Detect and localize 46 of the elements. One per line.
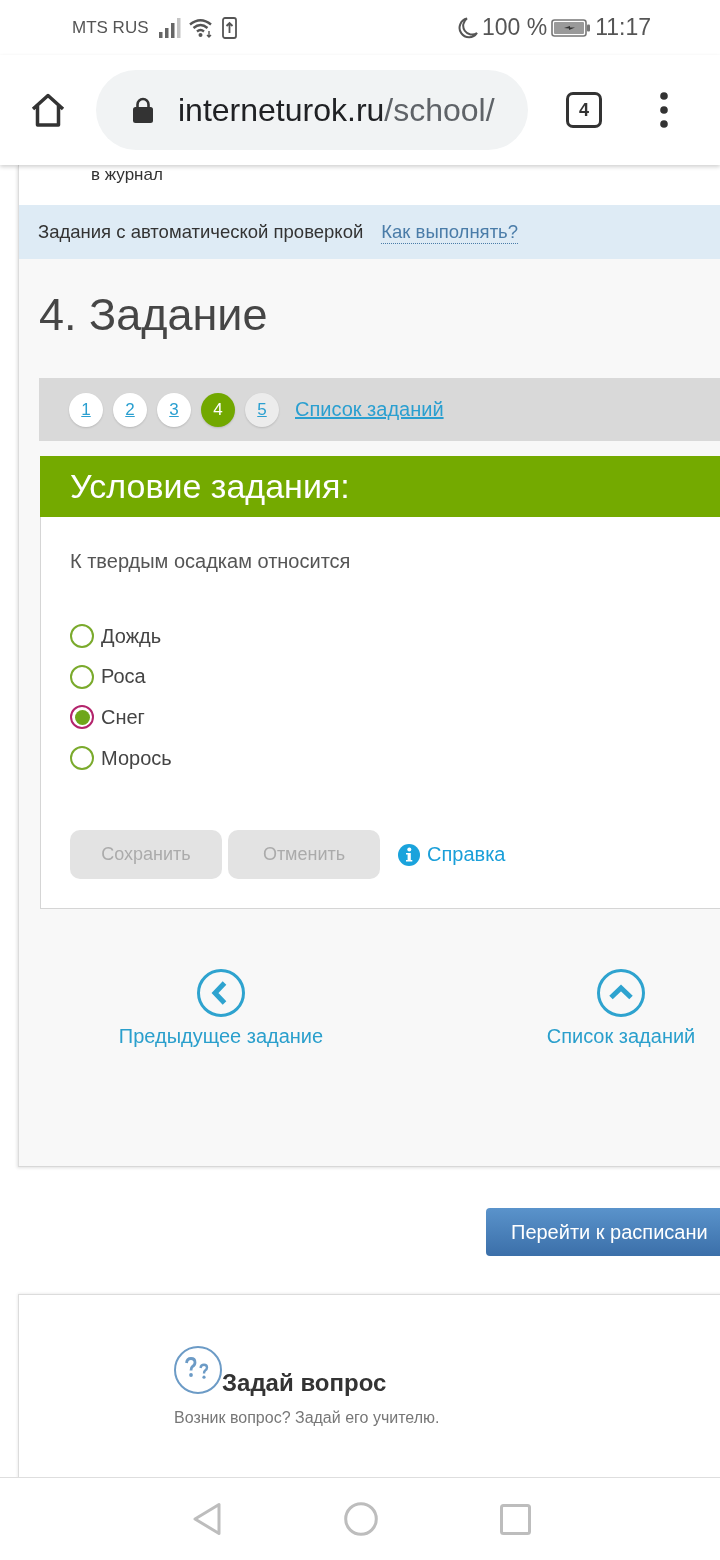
- clock-time: 11:17: [595, 16, 651, 39]
- recents-icon[interactable]: [500, 1503, 531, 1535]
- question-text: К твердым осадкам относится: [70, 549, 352, 573]
- page-number-button[interactable]: 2: [113, 392, 147, 427]
- radio-button[interactable]: [70, 705, 94, 730]
- ask-text: Возник вопрос? Задай его учителю.: [174, 1409, 441, 1428]
- option-label[interactable]: Дождь: [101, 624, 162, 648]
- question-circle-icon: [174, 1346, 222, 1395]
- battery-percent: 100 %: [481, 16, 548, 39]
- chevron-left-circle-icon: [197, 969, 245, 1018]
- info-text: Задания с автоматической проверкой: [38, 221, 364, 243]
- schedule-button[interactable]: Перейти к расписани: [486, 1208, 720, 1257]
- option-label[interactable]: Морось: [101, 746, 172, 770]
- moon-icon: [457, 16, 478, 39]
- info-icon: [398, 843, 420, 866]
- journal-link[interactable]: в журнал: [91, 165, 163, 184]
- help-link[interactable]: Справка: [398, 843, 506, 867]
- battery-icon: [551, 18, 592, 37]
- menu-icon[interactable]: [660, 92, 668, 128]
- task-title: Условие задания:: [70, 467, 350, 506]
- back-icon[interactable]: [192, 1502, 222, 1536]
- carrier-name: MTS RUS: [72, 19, 149, 36]
- radio-button[interactable]: [70, 746, 94, 771]
- page-number-button[interactable]: 5: [245, 392, 279, 427]
- tab-count-button[interactable]: 4: [566, 92, 602, 128]
- page-number-button[interactable]: 3: [157, 392, 191, 427]
- task-heading: 4. Задание: [39, 288, 269, 342]
- signal-icon: [158, 17, 181, 38]
- option-label[interactable]: Роса: [101, 665, 146, 689]
- lock-icon: [133, 97, 153, 123]
- wifi-icon: [188, 17, 214, 38]
- how-to-link[interactable]: Как выполнять?: [381, 220, 519, 244]
- radio-button[interactable]: [70, 624, 94, 649]
- page-number-button[interactable]: 4: [201, 392, 235, 427]
- ask-title: Задай вопрос: [222, 1369, 387, 1398]
- chevron-up-circle-icon: [597, 969, 645, 1018]
- url-text: interneturok.ru/school/: [178, 94, 495, 126]
- task-list-link[interactable]: Список заданий: [546, 969, 696, 1049]
- task-list-link[interactable]: Список заданий: [295, 398, 444, 421]
- page-number-button[interactable]: 1: [69, 392, 103, 427]
- previous-task-link[interactable]: Предыдущее задание: [118, 969, 324, 1049]
- radio-button[interactable]: [70, 664, 94, 689]
- home-icon[interactable]: [30, 92, 66, 128]
- address-bar[interactable]: interneturok.ru/school/: [96, 70, 528, 150]
- option-label[interactable]: Снег: [101, 706, 145, 729]
- phone-upload-icon: [221, 16, 237, 39]
